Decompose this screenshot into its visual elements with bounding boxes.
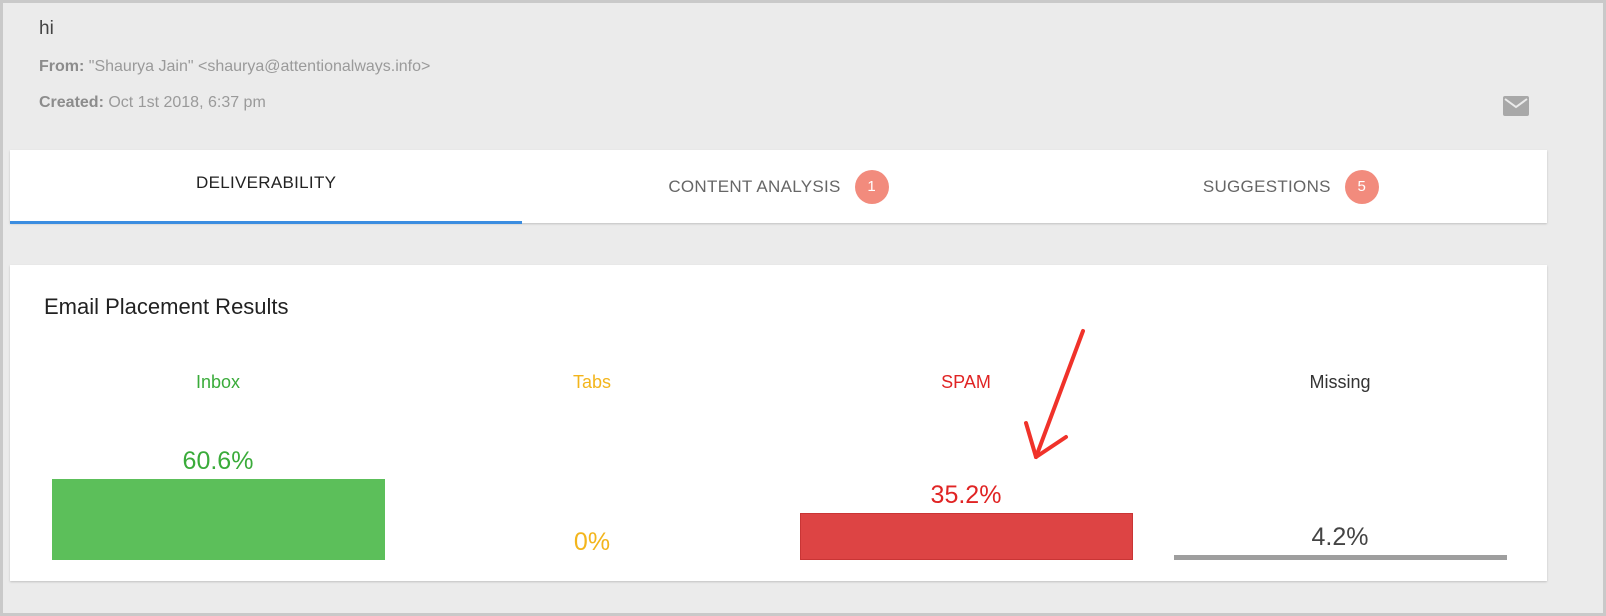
tab-content-analysis-label: CONTENT ANALYSIS xyxy=(668,176,841,196)
from-line: From: "Shaurya Jain" <shaurya@attentiona… xyxy=(39,58,430,76)
inbox-percent: 60.6% xyxy=(182,447,254,476)
tabs-label: Tabs xyxy=(572,372,612,392)
results-title: Email Placement Results xyxy=(44,294,289,319)
created-line: Created: Oct 1st 2018, 6:37 pm xyxy=(39,94,266,112)
mail-icon[interactable] xyxy=(1503,96,1529,116)
created-label: Created: xyxy=(39,94,104,111)
tab-bar: DELIVERABILITY CONTENT ANALYSIS 1 SUGGES… xyxy=(10,150,1547,224)
inbox-bar xyxy=(51,479,385,560)
tab-deliverability[interactable]: DELIVERABILITY xyxy=(10,150,523,224)
missing-bar xyxy=(1173,555,1507,560)
placement-results-card: Email Placement Results Inbox 60.6% Tabs… xyxy=(10,265,1547,581)
suggestions-count-badge: 5 xyxy=(1344,169,1379,204)
tabs-percent: 0% xyxy=(573,528,611,556)
from-value: "Shaurya Jain" <shaurya@attentionalways.… xyxy=(88,58,431,75)
content-analysis-count-badge: 1 xyxy=(854,169,889,204)
annotation-arrow-icon xyxy=(1024,329,1085,459)
missing-label: Missing xyxy=(1309,372,1371,392)
created-value: Oct 1st 2018, 6:37 pm xyxy=(108,94,266,111)
tab-suggestions-label: SUGGESTIONS xyxy=(1202,176,1331,196)
inbox-label: Inbox xyxy=(195,372,241,392)
tab-content-analysis[interactable]: CONTENT ANALYSIS 1 xyxy=(522,150,1034,223)
missing-percent: 4.2% xyxy=(1311,523,1369,551)
email-subject: hi xyxy=(39,18,54,39)
spam-bar xyxy=(799,513,1133,560)
tab-suggestions[interactable]: SUGGESTIONS 5 xyxy=(1035,150,1547,223)
from-label: From: xyxy=(39,58,85,75)
spam-percent: 35.2% xyxy=(930,481,1002,510)
tab-deliverability-label: DELIVERABILITY xyxy=(196,172,337,192)
email-report-view: hi From: "Shaurya Jain" <shaurya@attenti… xyxy=(0,0,1606,616)
